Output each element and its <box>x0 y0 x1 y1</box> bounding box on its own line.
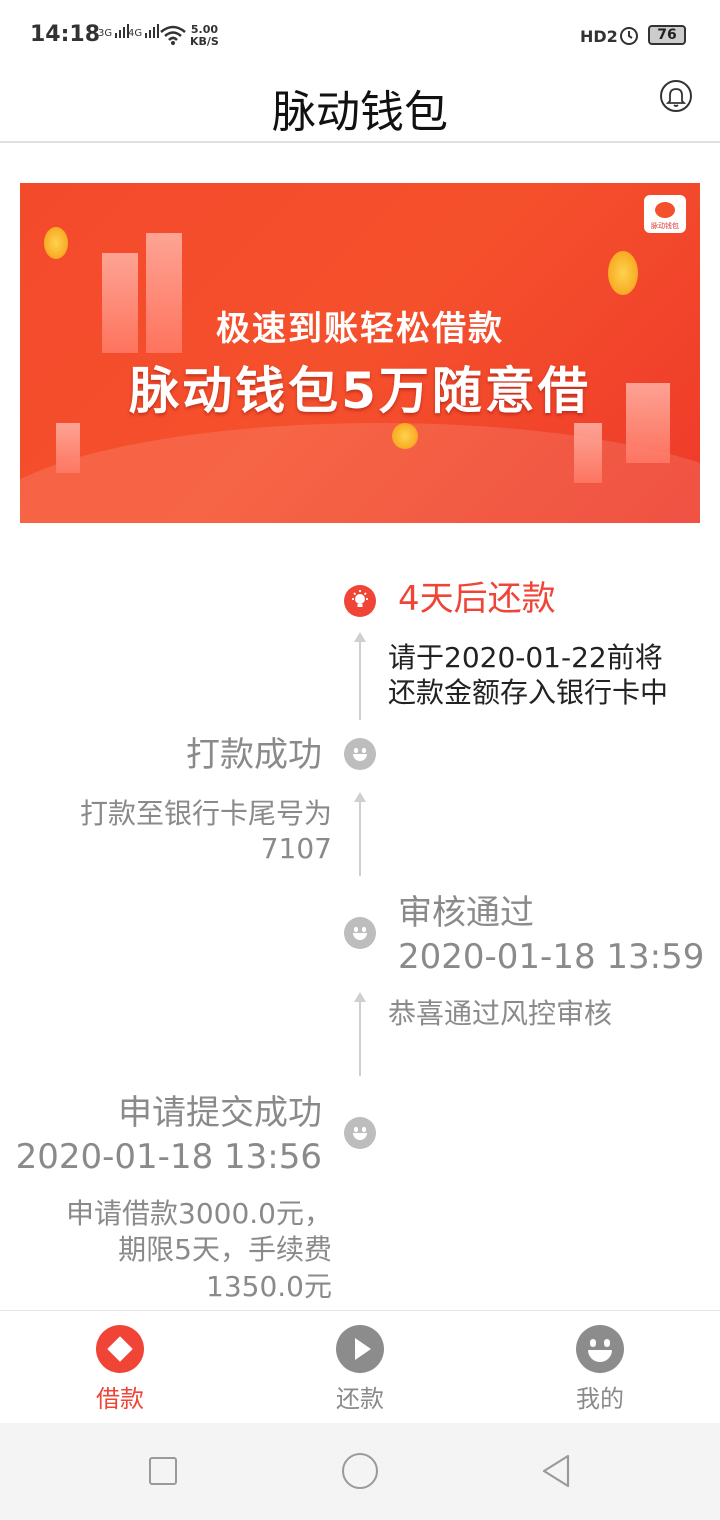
banner-headline: 极速到账轻松借款 <box>216 309 504 349</box>
brand-logo: 脉动钱包 <box>644 195 686 233</box>
smile-icon <box>344 738 376 770</box>
app-header: 脉动钱包 <box>0 72 720 143</box>
tab-label: 我的 <box>576 1385 624 1413</box>
tab-label: 借款 <box>96 1385 144 1413</box>
diamond-icon <box>96 1325 144 1373</box>
coin-icon <box>44 227 68 259</box>
step-time: 2020-01-18 13:59 <box>398 937 705 977</box>
step-desc: 请于2020-01-22前将 还款金额存入银行卡中 <box>388 641 669 709</box>
smiley-icon <box>576 1325 624 1373</box>
banner-tower <box>574 423 602 483</box>
tab-borrow[interactable]: 借款 <box>0 1311 240 1424</box>
play-icon <box>336 1325 384 1373</box>
hd-icon: HD2 <box>580 27 618 46</box>
alarm-icon <box>620 27 638 45</box>
signal-4g-label: 4G <box>128 28 143 39</box>
signal-3g-label: 3G <box>98 28 113 39</box>
network-speed: 5.00 KB/S <box>190 24 219 48</box>
tab-repay[interactable]: 还款 <box>240 1311 480 1424</box>
step-desc: 申请借款3000.0元， 期限5天，手续费 1350.0元 <box>66 1197 332 1303</box>
lightbulb-icon <box>344 585 376 617</box>
status-time: 14:18 <box>30 22 101 47</box>
brand-logo-text: 脉动钱包 <box>651 222 679 230</box>
bell-icon[interactable] <box>660 80 692 112</box>
step-title: 申请提交成功 <box>118 1093 322 1133</box>
banner-subheadline: 脉动钱包5万随意借 <box>129 362 591 420</box>
tab-mine[interactable]: 我的 <box>480 1311 720 1424</box>
timeline-line <box>359 800 361 876</box>
banner-tower <box>56 423 80 473</box>
promo-banner[interactable]: 脉动钱包 极速到账轻松借款 脉动钱包5万随意借 <box>20 183 700 523</box>
status-bar: 14:18 3G 4G 5.00 KB/S HD2 76 <box>0 0 720 72</box>
wifi-icon <box>160 25 186 45</box>
step-desc: 打款至银行卡尾号为 7107 <box>79 797 332 865</box>
square-icon[interactable] <box>149 1457 177 1485</box>
step-desc: 恭喜通过风控审核 <box>388 997 613 1030</box>
step-time: 2020-01-18 13:56 <box>15 1137 322 1177</box>
coin-icon <box>608 251 638 295</box>
system-nav-bar <box>0 1423 720 1520</box>
timeline-line <box>359 1000 361 1076</box>
coin-icon <box>392 423 418 449</box>
signal-3g-icon: 3G <box>98 24 130 39</box>
page-title: 脉动钱包 <box>272 87 448 138</box>
signal-4g-icon: 4G <box>128 24 160 39</box>
circle-icon[interactable] <box>342 1453 378 1489</box>
bottom-tab-bar: 借款 还款 我的 <box>0 1310 720 1424</box>
battery-icon: 76 <box>648 25 686 45</box>
step-title: 4天后还款 <box>398 579 556 619</box>
tab-label: 还款 <box>336 1385 384 1413</box>
speed-unit: KB/S <box>190 35 219 48</box>
step-title: 打款成功 <box>186 735 322 775</box>
step-title: 审核通过 <box>398 893 534 933</box>
battery-level: 76 <box>657 27 677 43</box>
back-triangle-icon[interactable] <box>540 1453 572 1489</box>
smile-icon <box>344 917 376 949</box>
smile-icon <box>344 1117 376 1149</box>
timeline-line <box>359 640 361 720</box>
